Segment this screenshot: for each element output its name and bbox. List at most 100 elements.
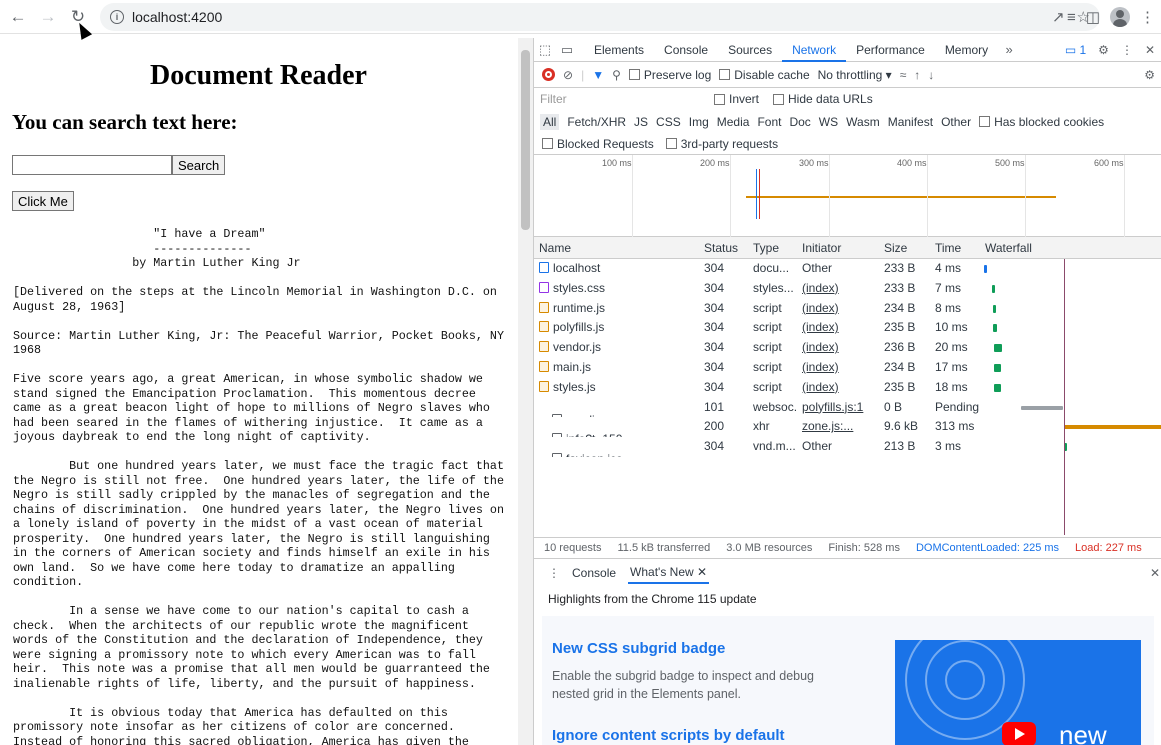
filter-funnel-icon[interactable]: ▼ — [592, 68, 604, 82]
type-filter-media[interactable]: Media — [717, 115, 750, 129]
table-row[interactable]: info?t=150 200 xhr zone.js:... 9.6 kB 313 ms — [534, 417, 1161, 438]
column-header-name[interactable]: Name — [534, 237, 699, 259]
disable-cache-checkbox[interactable]: Disable cache — [719, 68, 810, 82]
profile-avatar[interactable] — [1110, 7, 1130, 27]
drawer-tab-console[interactable]: Console — [572, 566, 616, 580]
settings-gear-icon[interactable]: ⚙ — [1098, 43, 1109, 57]
preserve-log-checkbox[interactable]: Preserve log — [628, 68, 711, 82]
tab-elements[interactable]: Elements — [584, 38, 654, 62]
column-header-initiator[interactable]: Initiator — [797, 237, 879, 259]
devtools-menu-icon[interactable]: ⋮ — [1121, 43, 1133, 57]
close-drawer-icon[interactable]: ✕ — [1150, 566, 1160, 580]
share-icon[interactable]: ↗ — [1052, 8, 1065, 26]
type-filter-all[interactable]: All — [540, 113, 560, 130]
cell-name[interactable]: vendor.js — [534, 338, 699, 358]
table-row[interactable]: vendor.js 304 script (index) 236 B 20 ms — [534, 338, 1161, 358]
type-filter-manifest[interactable]: Manifest — [888, 115, 933, 129]
close-devtools-icon[interactable]: ✕ — [1145, 43, 1155, 57]
cell-initiator[interactable]: (index) — [797, 378, 879, 398]
address-bar[interactable]: i localhost:4200 ↗ ☆ — [100, 3, 1100, 31]
whats-new-item1-link[interactable]: New CSS subgrid badge — [552, 640, 725, 657]
network-overview[interactable]: 100 ms 200 ms 300 ms 400 ms 500 ms 600 ms — [534, 155, 1161, 237]
column-header-status[interactable]: Status — [699, 237, 748, 259]
export-har-icon[interactable]: ↓ — [928, 68, 934, 82]
tab-network[interactable]: Network — [782, 38, 847, 62]
table-row[interactable]: runtime.js 304 script (index) 234 B 8 ms — [534, 299, 1161, 319]
record-icon[interactable] — [542, 68, 555, 81]
cell-initiator[interactable]: (index) — [797, 279, 879, 299]
forward-arrow-icon[interactable]: → — [33, 2, 63, 32]
cell-initiator[interactable]: (index) — [797, 338, 879, 358]
search-input[interactable] — [12, 155, 172, 175]
tab-performance[interactable]: Performance — [846, 38, 935, 62]
cell-initiator[interactable]: (index) — [797, 299, 879, 319]
cell-name[interactable]: favicon.ico — [534, 437, 699, 457]
clear-icon[interactable]: ⊘ — [563, 68, 573, 82]
type-filter-css[interactable]: CSS — [656, 115, 681, 129]
cell-initiator[interactable]: (index) — [797, 318, 879, 338]
import-har-icon[interactable]: ↑ — [914, 68, 920, 82]
type-filter-wasm[interactable]: Wasm — [846, 115, 880, 129]
network-settings-icon[interactable]: ⚙ — [1144, 68, 1155, 82]
type-filter-doc[interactable]: Doc — [789, 115, 810, 129]
type-filter-img[interactable]: Img — [689, 115, 709, 129]
table-row[interactable]: styles.css 304 styles... (index) 233 B 7 ms — [534, 279, 1161, 299]
has-blocked-cookies-checkbox[interactable]: Has blocked cookies — [979, 115, 1104, 129]
device-toolbar-icon[interactable]: ▭ — [556, 42, 578, 58]
filter-input[interactable]: Filter — [540, 92, 700, 106]
column-header-waterfall[interactable]: Waterfall — [980, 237, 1160, 259]
side-panel-icon[interactable]: ◫ — [1086, 8, 1100, 26]
menu-dots-icon[interactable]: ⋮ — [1140, 8, 1155, 26]
info-icon[interactable]: i — [110, 10, 124, 24]
column-header-size[interactable]: Size — [879, 237, 930, 259]
type-filter-fetchxhr[interactable]: Fetch/XHR — [567, 115, 626, 129]
cell-name[interactable]: ng-cli-ws — [534, 398, 699, 418]
tab-console[interactable]: Console — [654, 38, 718, 62]
third-party-checkbox[interactable]: 3rd-party requests — [665, 137, 778, 151]
drawer-menu-icon[interactable]: ⋮ — [548, 566, 560, 580]
hide-data-urls-checkbox[interactable]: Hide data URLs — [773, 92, 873, 106]
cell-initiator[interactable]: polyfills.js:1 — [797, 398, 879, 418]
column-header-type[interactable]: Type — [748, 237, 797, 259]
cell-initiator[interactable]: zone.js:... — [797, 417, 879, 437]
scrollbar-thumb[interactable] — [521, 50, 530, 230]
cell-name[interactable]: main.js — [534, 358, 699, 378]
table-row[interactable]: polyfills.js 304 script (index) 235 B 10 ms — [534, 318, 1161, 338]
throttling-select[interactable]: No throttling ▾ — [818, 68, 892, 82]
search-button[interactable]: Search — [172, 155, 226, 175]
cell-initiator[interactable]: (index) — [797, 358, 879, 378]
youtube-play-icon[interactable] — [1002, 722, 1036, 745]
cell-name[interactable]: styles.css — [534, 279, 699, 299]
close-tab-icon[interactable]: ✕ — [697, 565, 707, 579]
reading-list-icon[interactable]: ≡ — [1067, 9, 1076, 26]
inspect-element-icon[interactable]: ⬚ — [534, 42, 556, 58]
table-row[interactable]: favicon.ico 304 vnd.m... Other 213 B 3 ms — [534, 437, 1161, 457]
page-scrollbar[interactable] — [518, 38, 533, 745]
cell-name[interactable]: styles.js — [534, 378, 699, 398]
table-row[interactable]: ng-cli-ws 101 websoc... polyfills.js:1 0 B Pe… — [534, 398, 1161, 418]
type-filter-js[interactable]: JS — [634, 115, 648, 129]
table-row[interactable]: styles.js 304 script (index) 235 B 18 ms — [534, 378, 1161, 398]
tab-memory[interactable]: Memory — [935, 38, 998, 62]
type-filter-ws[interactable]: WS — [819, 115, 838, 129]
cell-name[interactable]: runtime.js — [534, 299, 699, 319]
blocked-requests-checkbox[interactable]: Blocked Requests — [542, 137, 654, 151]
type-filter-other[interactable]: Other — [941, 115, 971, 129]
network-conditions-icon[interactable]: ≈ — [900, 68, 907, 82]
cell-name[interactable]: localhost — [534, 259, 699, 279]
cell-name[interactable]: info?t=150 — [534, 417, 699, 438]
click-me-button[interactable]: Click Me — [12, 191, 74, 211]
issues-badge[interactable]: ▭ 1 — [1065, 43, 1086, 57]
search-icon[interactable]: ⚲ — [612, 68, 621, 82]
type-filter-font[interactable]: Font — [757, 115, 781, 129]
invert-checkbox[interactable]: Invert — [714, 92, 759, 106]
table-row[interactable]: localhost 304 docu... Other 233 B 4 ms — [534, 259, 1161, 279]
drawer-tab-whats-new[interactable]: What's New ✕ — [628, 562, 710, 584]
back-arrow-icon[interactable]: ← — [3, 2, 33, 32]
column-header-time[interactable]: Time — [930, 237, 980, 259]
more-tabs-icon[interactable]: » — [998, 42, 1020, 57]
url-text[interactable]: localhost:4200 — [132, 9, 222, 25]
whats-new-item2-link[interactable]: Ignore content scripts by default — [552, 727, 785, 744]
whats-new-video-thumbnail[interactable]: new — [895, 640, 1141, 745]
table-row[interactable]: main.js 304 script (index) 234 B 17 ms — [534, 358, 1161, 378]
